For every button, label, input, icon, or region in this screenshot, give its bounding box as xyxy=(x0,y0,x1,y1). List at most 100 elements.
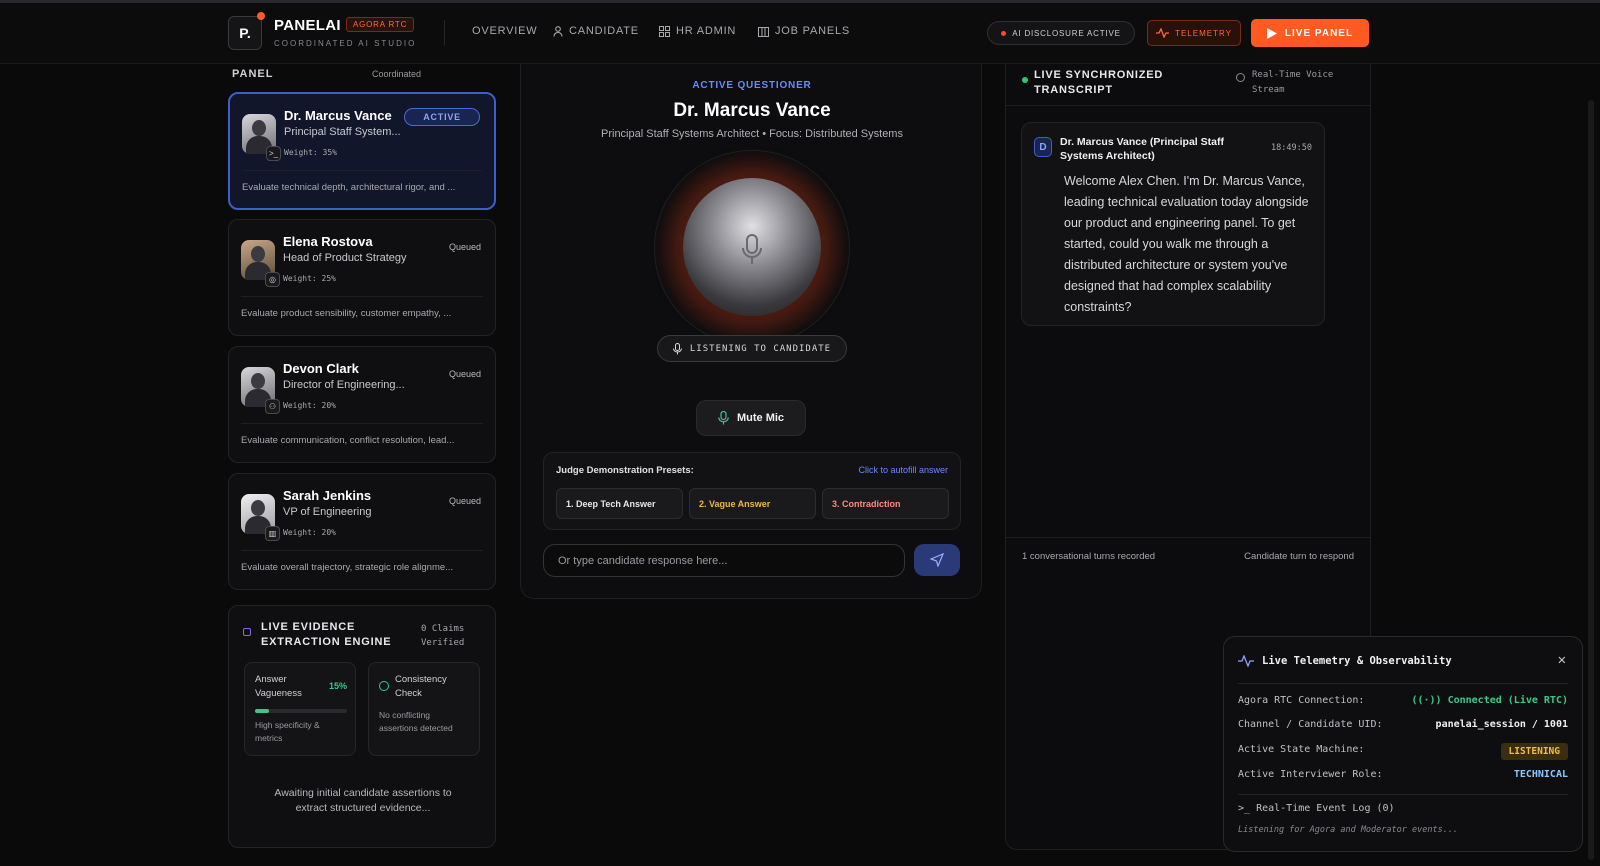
card-divider xyxy=(241,296,483,297)
message-text: Welcome Alex Chen. I'm Dr. Marcus Vance,… xyxy=(1064,174,1309,314)
member-desc: Evaluate product sensibility, customer e… xyxy=(241,308,452,319)
turns-count: 1 conversational turns recorded xyxy=(1022,551,1156,562)
ai-disclosure-pill[interactable]: AI DISCLOSURE ACTIVE xyxy=(987,21,1135,45)
preset-deep-tech-button[interactable]: 1. Deep Tech Answer xyxy=(556,488,683,519)
turn-status: Candidate turn to respond xyxy=(1244,551,1354,562)
autofill-link[interactable]: Click to autofill answer xyxy=(858,465,948,475)
panel-member-card[interactable]: ⚇ Devon Clark Director of Engineering...… xyxy=(228,346,496,463)
member-weight: Weight: 20% xyxy=(283,528,336,537)
speaker-name: Dr. Marcus Vance (Principal Staff System… xyxy=(1060,136,1224,162)
vagueness-card: Answer Vagueness 15% High specificity & … xyxy=(244,662,356,756)
channel-label: Channel / Candidate UID: xyxy=(1238,719,1383,730)
panel-member-card[interactable]: ▥ Sarah Jenkins VP of Engineering Weight… xyxy=(228,473,496,590)
live-panel-label: LIVE PANEL xyxy=(1284,27,1354,39)
telemetry-button[interactable]: TELEMETRY xyxy=(1147,20,1241,46)
cube-icon xyxy=(243,628,251,636)
evidence-awaiting: Awaiting initial candidate assertions to… xyxy=(274,787,452,814)
questioner-name: Dr. Marcus Vance xyxy=(673,100,831,121)
channel-value: panelai_session / 1001 xyxy=(1435,719,1568,730)
vagueness-percent: 15% xyxy=(328,681,347,691)
nav-hr-admin[interactable]: HR ADMIN xyxy=(659,25,736,37)
claims-count: 0 Claims Verified xyxy=(421,624,465,648)
clock-icon xyxy=(1236,73,1245,82)
telemetry-label: TELEMETRY xyxy=(1175,28,1232,38)
nav-job-panels[interactable]: JOB PANELS xyxy=(758,25,850,37)
vagueness-desc: High specificity & metrics xyxy=(255,720,320,743)
target-icon: ◎ xyxy=(265,272,280,287)
vagueness-bar xyxy=(255,709,347,713)
live-dot xyxy=(1022,77,1028,83)
telemetry-divider xyxy=(1238,794,1568,795)
member-role: Director of Engineering... xyxy=(283,379,405,391)
questioner-subtitle: Principal Staff Systems Architect • Focu… xyxy=(601,128,903,140)
member-weight: Weight: 35% xyxy=(284,148,337,157)
member-desc: Evaluate overall trajectory, strategic r… xyxy=(241,562,454,573)
users-icon: ⚇ xyxy=(265,399,280,414)
status-badge: Queued xyxy=(448,242,481,252)
terminal-icon: >_ xyxy=(1238,803,1251,814)
card-divider xyxy=(241,423,483,424)
status-badge: Queued xyxy=(448,369,481,379)
member-weight: Weight: 20% xyxy=(283,401,336,410)
event-log-status: Listening for Agora and Moderator events… xyxy=(1238,825,1459,835)
preset-contradiction-button[interactable]: 3. Contradiction xyxy=(822,488,949,519)
member-name: Sarah Jenkins xyxy=(283,488,372,503)
telemetry-overlay: Live Telemetry & Observability ✕ Agora R… xyxy=(1223,636,1583,852)
evidence-title: LIVE EVIDENCE EXTRACTION ENGINE xyxy=(261,621,392,648)
member-name: Dr. Marcus Vance xyxy=(284,108,392,123)
send-button[interactable] xyxy=(914,544,960,576)
card-divider xyxy=(241,550,483,551)
rtc-connection-label: Agora RTC Connection: xyxy=(1238,695,1365,706)
member-desc: Evaluate communication, conflict resolut… xyxy=(241,435,455,446)
preset-vague-button[interactable]: 2. Vague Answer xyxy=(689,488,816,519)
event-log-toggle[interactable]: >_ Real-Time Event Log (0) xyxy=(1238,803,1395,814)
interviewer-role-label: Active Interviewer Role: xyxy=(1238,769,1383,780)
nav-overview-label: OVERVIEW xyxy=(472,25,538,37)
member-name: Elena Rostova xyxy=(283,234,373,249)
top-divider xyxy=(0,0,1600,3)
check-circle-icon xyxy=(379,681,389,691)
rtc-badge: AGORA RTC xyxy=(346,17,415,32)
member-weight: Weight: 25% xyxy=(283,274,336,283)
live-panel-button[interactable]: LIVE PANEL xyxy=(1251,19,1369,47)
disclosure-dot xyxy=(1001,30,1007,36)
signal-icon: ((·)) xyxy=(1411,695,1442,706)
candidate-response-input[interactable]: Or type candidate response here... xyxy=(543,544,905,577)
card-divider xyxy=(242,170,482,171)
member-desc: Evaluate technical depth, architectural … xyxy=(242,182,456,193)
building-icon xyxy=(758,26,769,37)
nav-candidate[interactable]: CANDIDATE xyxy=(553,25,639,37)
member-role: Principal Staff System... xyxy=(284,126,401,138)
transcript-message: D Dr. Marcus Vance (Principal Staff Syst… xyxy=(1021,122,1325,326)
transcript-header: LIVE SYNCHRONIZED TRANSCRIPT Real-Time V… xyxy=(1006,64,1370,106)
interviewer-role-value: TECHNICAL xyxy=(1513,769,1568,780)
brand-subtitle: COORDINATED AI STUDIO xyxy=(274,39,417,48)
listening-label: LISTENING TO CANDIDATE xyxy=(689,343,832,354)
state-machine-value: LISTENING xyxy=(1500,743,1568,760)
transcript-divider xyxy=(1006,537,1370,538)
stream-label: Real-Time Voice Stream xyxy=(1252,70,1334,95)
disclosure-label: AI DISCLOSURE ACTIVE xyxy=(1012,28,1121,38)
header-separator xyxy=(444,20,445,46)
consistency-desc: No conflicting assertions detected xyxy=(379,710,453,733)
presets-title: Judge Demonstration Presets: xyxy=(556,465,694,476)
grid-icon xyxy=(659,25,670,37)
pulse-icon xyxy=(1238,655,1254,667)
nav-hr-admin-label: HR ADMIN xyxy=(676,25,737,37)
mute-mic-label: Mute Mic xyxy=(736,412,785,424)
nav-candidate-label: CANDIDATE xyxy=(569,25,639,37)
user-icon xyxy=(553,25,563,37)
vagueness-bar-fill xyxy=(255,709,269,713)
message-time: 18:49:50 xyxy=(1271,143,1312,153)
brand-name: PANELAI xyxy=(274,17,341,34)
microphone-icon xyxy=(718,411,729,425)
panel-member-card[interactable]: >_ Dr. Marcus Vance Principal Staff Syst… xyxy=(228,92,496,210)
building-icon: ▥ xyxy=(265,526,280,541)
pulse-icon xyxy=(1156,28,1170,38)
nav-overview[interactable]: OVERVIEW xyxy=(472,25,538,37)
mute-mic-button[interactable]: Mute Mic xyxy=(696,400,806,436)
close-icon[interactable]: ✕ xyxy=(1558,652,1566,668)
app-logo[interactable]: P. xyxy=(228,16,262,50)
panel-member-card[interactable]: ◎ Elena Rostova Head of Product Strategy… xyxy=(228,219,496,336)
page-scrollbar[interactable] xyxy=(1588,100,1594,860)
